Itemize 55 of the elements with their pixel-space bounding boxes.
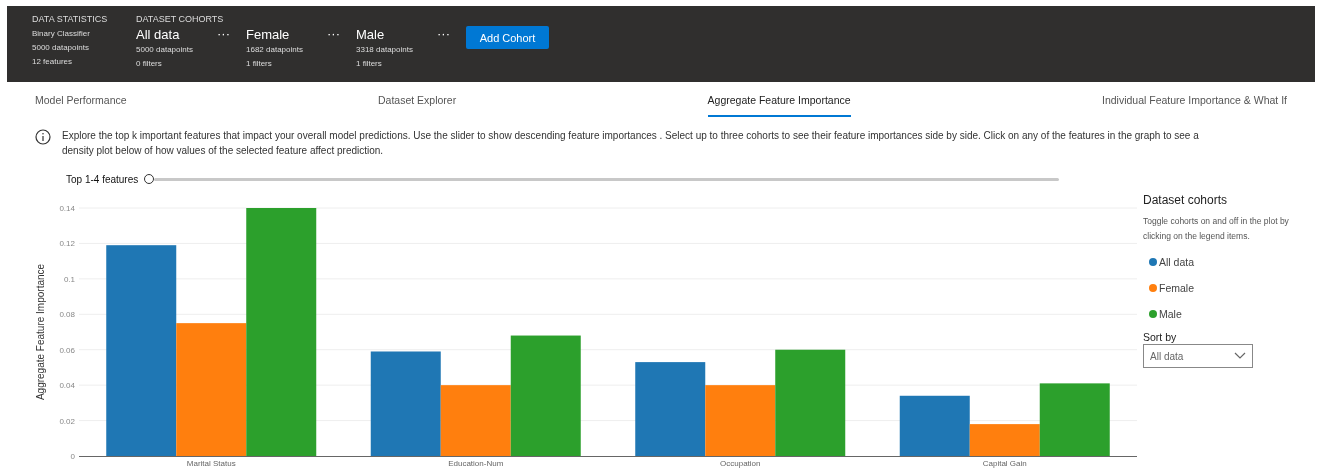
y-tick-label: 0.06 bbox=[59, 345, 75, 355]
x-category-label: Marital Status bbox=[186, 459, 236, 468]
bar[interactable] bbox=[775, 349, 846, 456]
cohort-name: All data bbox=[136, 27, 181, 43]
y-tick-label: 0.04 bbox=[59, 381, 75, 391]
cohort-filters: 1 filters bbox=[246, 58, 273, 70]
tab[interactable]: Individual Feature Importance & What If bbox=[1101, 93, 1287, 117]
y-tick-label: 0 bbox=[70, 452, 75, 461]
legend-item[interactable]: All data bbox=[1159, 256, 1195, 268]
bar[interactable] bbox=[1039, 383, 1110, 456]
tab[interactable]: Dataset Explorer bbox=[378, 93, 457, 117]
legend-hint: Toggle cohorts on and off in the plot by clicking on the legend items. bbox=[1143, 215, 1290, 243]
bar[interactable] bbox=[635, 362, 706, 456]
stat-text: 5000 datapoints bbox=[32, 42, 90, 54]
tab[interactable]: Model Performance bbox=[35, 93, 127, 117]
y-tick-label: 0.08 bbox=[59, 310, 75, 320]
chevron-down-icon bbox=[1234, 352, 1246, 360]
cohort-filters: 0 filters bbox=[136, 58, 163, 70]
sort-dropdown[interactable]: All data bbox=[1143, 344, 1253, 368]
tab[interactable]: Aggregate Feature Importance bbox=[707, 93, 851, 117]
y-tick-label: 0.14 bbox=[59, 204, 75, 213]
info-icon bbox=[35, 129, 51, 145]
x-category-label: Occupation bbox=[720, 459, 761, 468]
cohort-name: Female bbox=[246, 27, 291, 43]
section-title: DATASET COHORTS bbox=[136, 14, 225, 24]
add-cohort-button[interactable]: Add Cohort bbox=[466, 26, 549, 49]
cohort-datapoints: 1682 datapoints bbox=[246, 44, 304, 56]
section-title: DATA STATISTICS bbox=[32, 14, 109, 24]
more-button[interactable]: ··· bbox=[217, 27, 230, 41]
slider-track[interactable] bbox=[154, 177, 1059, 181]
cohort-name: Male bbox=[356, 27, 386, 43]
y-tick-label: 0.02 bbox=[59, 416, 75, 426]
sort-label: Sort by bbox=[1143, 331, 1178, 343]
bar[interactable] bbox=[370, 351, 441, 456]
y-axis-title: Aggregate Feature Importance bbox=[35, 263, 46, 401]
more-button[interactable]: ··· bbox=[327, 27, 340, 41]
x-category-label: Capital Gain bbox=[982, 459, 1027, 468]
stat-text: Binary Classifier bbox=[32, 28, 91, 40]
bar[interactable] bbox=[899, 395, 970, 456]
slider-label: Top 1-4 features bbox=[66, 173, 140, 185]
cohort-datapoints: 5000 datapoints bbox=[136, 44, 194, 56]
bar[interactable] bbox=[510, 335, 581, 456]
legend-item[interactable]: Male bbox=[1159, 308, 1182, 320]
y-tick-label: 0.1 bbox=[63, 274, 75, 284]
y-tick-label: 0.12 bbox=[59, 239, 75, 249]
more-button[interactable]: ··· bbox=[437, 27, 450, 41]
legend-title: Dataset cohorts bbox=[1143, 193, 1229, 207]
cohort-datapoints: 3318 datapoints bbox=[356, 44, 414, 56]
info-text: Explore the top k important features that impact your overall model predictions. Use the slider to show descending feature importances . Select up to three cohorts to see their feature importances side by side. Click on any of the features in the graph to see a density plot below of how values of the selected feature affect prediction. bbox=[62, 129, 1200, 158]
cohort-filters: 1 filters bbox=[356, 58, 383, 70]
slider-thumb[interactable] bbox=[144, 174, 154, 184]
legend-item[interactable]: Female bbox=[1159, 282, 1194, 294]
stat-text: 12 features bbox=[32, 56, 74, 68]
x-category-label: Education-Num bbox=[448, 459, 504, 468]
bar[interactable] bbox=[106, 245, 177, 456]
